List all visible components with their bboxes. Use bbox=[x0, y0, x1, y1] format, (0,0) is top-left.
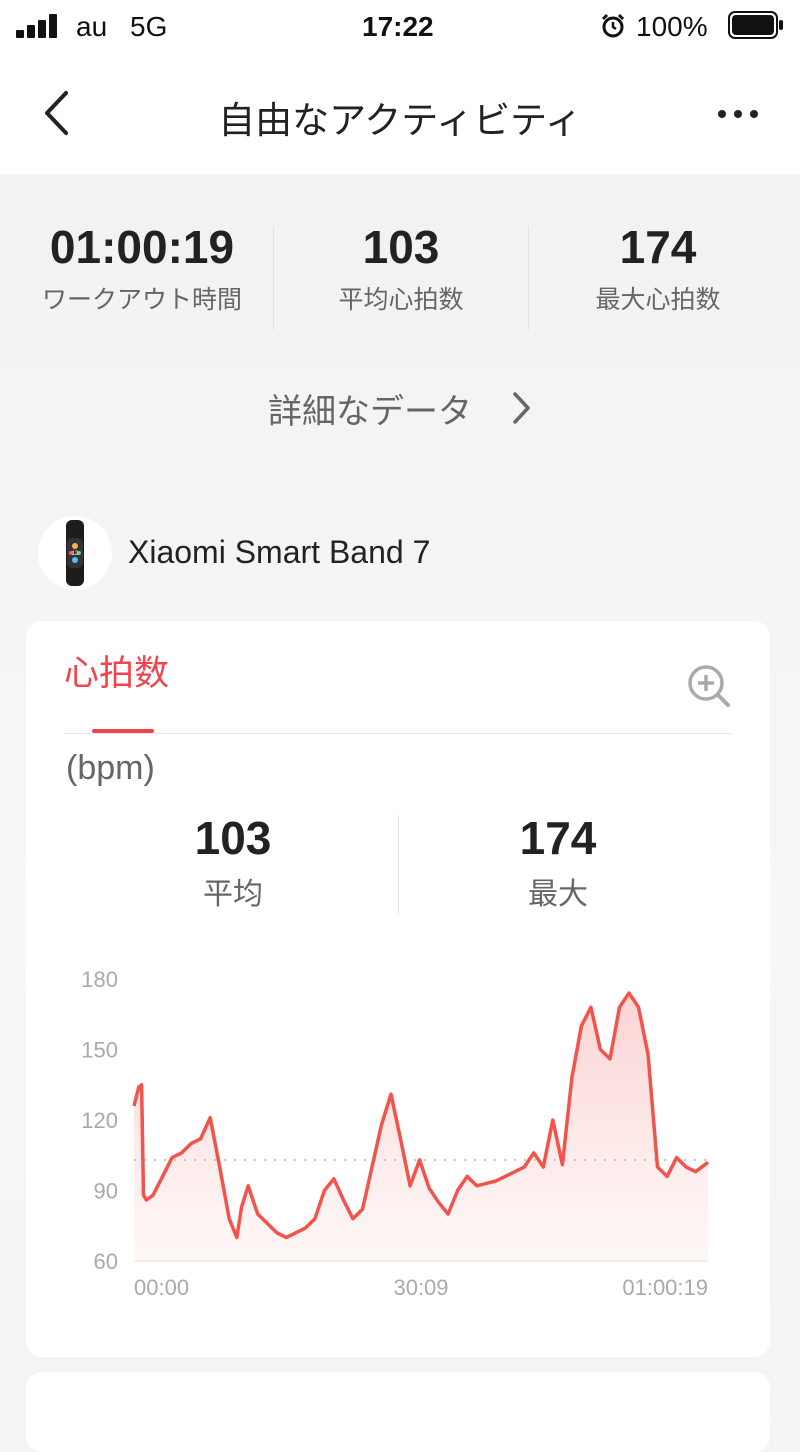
y-tick-label: 180 bbox=[81, 967, 118, 992]
tab-heart-rate[interactable]: 心拍数 bbox=[64, 645, 169, 696]
stat-label: 最大心拍数 bbox=[595, 285, 721, 314]
y-tick-label: 150 bbox=[81, 1038, 118, 1063]
y-tick-label: 90 bbox=[94, 1179, 118, 1204]
page-title: 自由なアクティビティ bbox=[218, 99, 582, 142]
avg-label: 平均 bbox=[203, 877, 263, 912]
clock-time: 17:22 bbox=[362, 11, 434, 42]
device-name: Xiaomi Smart Band 7 bbox=[128, 534, 431, 570]
summary-stats: 01:00:19 ワークアウト時間 103 平均心拍数 174 最大心拍数 bbox=[0, 220, 800, 340]
device-row[interactable]: 12 Xiaomi Smart Band 7 bbox=[38, 516, 498, 590]
device-avatar: 12 bbox=[38, 516, 112, 590]
zoom-in-icon bbox=[688, 665, 730, 707]
status-bar: au 5G 17:22 100% bbox=[0, 0, 800, 52]
next-card bbox=[26, 1372, 770, 1452]
y-tick-label: 60 bbox=[94, 1249, 118, 1274]
signal-icon bbox=[16, 14, 60, 38]
back-button[interactable] bbox=[36, 88, 80, 138]
stat-value: 103 bbox=[362, 221, 440, 273]
stat-value: 01:00:19 bbox=[49, 221, 235, 273]
stat-label: 平均心拍数 bbox=[338, 285, 464, 314]
stat-avg-heart-rate: 103 平均心拍数 bbox=[274, 220, 528, 316]
stat-duration: 01:00:19 ワークアウト時間 bbox=[10, 220, 274, 316]
carrier-label: au bbox=[76, 11, 108, 42]
heart-rate-card: 心拍数 (bpm) 103 平均 174 最大 180 150 120 90 60 00… bbox=[26, 621, 770, 1357]
battery-percent: 100% bbox=[636, 11, 708, 42]
stat-divider bbox=[398, 815, 399, 915]
watch-face-time: 12 bbox=[72, 551, 79, 557]
network-label: 5G bbox=[130, 11, 168, 42]
zoom-button[interactable] bbox=[686, 663, 732, 709]
smart-band-icon: 12 bbox=[66, 520, 84, 586]
x-tick-label: 30:09 bbox=[393, 1275, 448, 1300]
more-button[interactable] bbox=[712, 102, 764, 126]
stat-label: ワークアウト時間 bbox=[41, 285, 242, 314]
alarm-icon bbox=[600, 13, 626, 39]
stat-value: 174 bbox=[619, 221, 697, 273]
heart-rate-area bbox=[134, 993, 708, 1261]
unit-label: (bpm) bbox=[66, 749, 155, 787]
more-horizontal-icon bbox=[718, 110, 758, 118]
heart-rate-chart: 180 150 120 90 60 00:00 30:09 01:00:19 bbox=[81, 967, 710, 1300]
avg-block: 103 平均 bbox=[66, 811, 400, 913]
battery-icon bbox=[728, 11, 784, 39]
nav-bar: 自由なアクティビティ bbox=[0, 52, 800, 174]
avg-value: 103 bbox=[194, 812, 272, 864]
y-axis-ticks: 180 150 120 90 60 bbox=[81, 967, 118, 1274]
x-axis-ticks: 00:00 30:09 01:00:19 bbox=[134, 1275, 708, 1300]
max-label: 最大 bbox=[528, 877, 588, 912]
chevron-left-icon bbox=[45, 91, 68, 135]
max-value: 174 bbox=[519, 812, 597, 864]
x-tick-label: 01:00:19 bbox=[622, 1275, 708, 1300]
details-link-label: 詳細なデータ bbox=[268, 392, 472, 432]
chevron-right-icon bbox=[513, 392, 530, 424]
details-link[interactable]: 詳細なデータ bbox=[268, 384, 548, 434]
stat-max-heart-rate: 174 最大心拍数 bbox=[529, 220, 787, 316]
tab-underline bbox=[64, 733, 732, 734]
x-tick-label: 00:00 bbox=[134, 1275, 189, 1300]
max-block: 174 最大 bbox=[400, 811, 716, 913]
y-tick-label: 120 bbox=[81, 1108, 118, 1133]
